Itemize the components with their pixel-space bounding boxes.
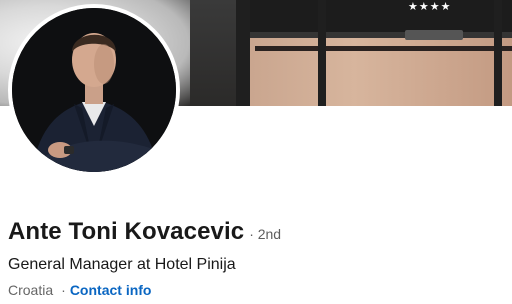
cover-door-frame (240, 0, 512, 32)
profile-meta-row: Croatia · Contact info (8, 282, 151, 298)
profile-headline: General Manager at Hotel Pinija (8, 256, 236, 273)
cover-pane (236, 0, 250, 106)
avatar-illustration (12, 8, 176, 172)
cover-pane (494, 0, 502, 106)
cover-handle (405, 30, 463, 40)
connection-degree-badge: · 2nd (249, 226, 282, 242)
meta-separator: · (61, 282, 66, 298)
hotel-stars: ★★★★ (408, 0, 452, 13)
cover-pane (318, 0, 326, 106)
cover-rail (255, 46, 512, 51)
profile-avatar[interactable] (8, 4, 180, 176)
profile-location: Croatia (8, 282, 54, 298)
profile-name: Ante Toni Kovacevic (8, 218, 245, 245)
contact-info-link[interactable]: Contact info (70, 282, 152, 298)
profile-name-row: Ante Toni Kovacevic · 2nd (8, 218, 281, 246)
